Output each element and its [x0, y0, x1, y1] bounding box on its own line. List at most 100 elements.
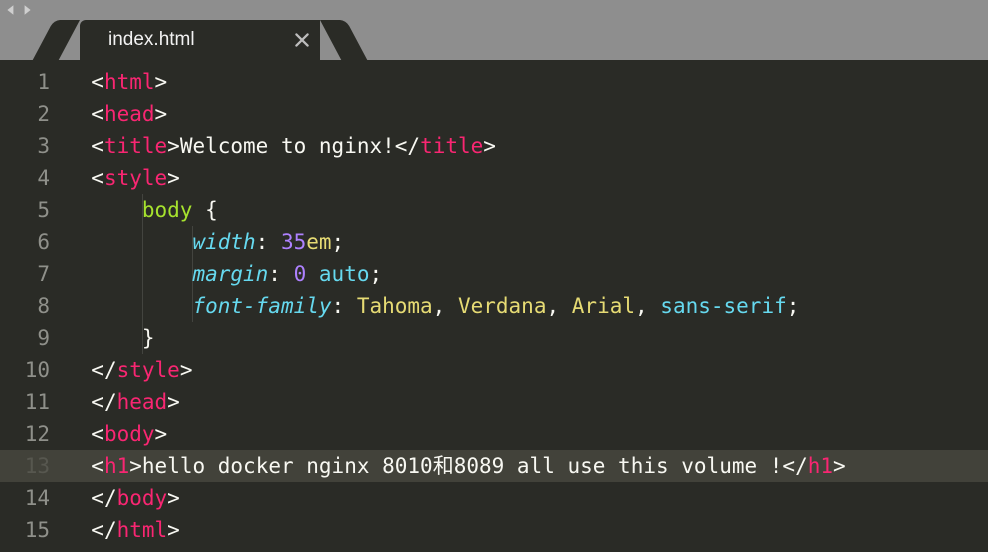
token-tag: body — [104, 422, 155, 446]
token-punct: > — [167, 134, 180, 158]
token-punct: } — [142, 326, 155, 350]
token-punct: > — [167, 390, 180, 414]
code-area[interactable]: <html> <head> <title>Welcome to nginx!</… — [66, 60, 988, 552]
tab-bar: index.html — [0, 20, 988, 60]
line-number: 7 — [0, 258, 50, 290]
code-line[interactable]: margin: 0 auto; — [66, 258, 988, 290]
line-number: 1 — [0, 66, 50, 98]
token-val: sans-serif — [660, 294, 786, 318]
token-punct: < — [91, 102, 104, 126]
token-tag: style — [104, 166, 167, 190]
nav-forward-icon[interactable] — [20, 3, 34, 17]
token-punct: > — [483, 134, 496, 158]
line-number: 5 — [0, 194, 50, 226]
token-text: Welcome to nginx! — [180, 134, 395, 158]
token-punct: ; — [332, 230, 345, 254]
nav-back-icon[interactable] — [4, 3, 18, 17]
token-punct: < — [91, 134, 104, 158]
token-punct — [306, 262, 319, 286]
token-tag: h1 — [104, 454, 129, 478]
token-punct: </ — [91, 358, 116, 382]
token-text: hello docker nginx 8010和8089 all use thi… — [142, 454, 783, 478]
token-tag: title — [104, 134, 167, 158]
token-tag: h1 — [808, 454, 833, 478]
token-punct: > — [155, 70, 168, 94]
line-number: 4 — [0, 162, 50, 194]
code-line[interactable]: <head> — [66, 98, 988, 130]
tab-index-html[interactable]: index.html — [80, 20, 320, 60]
token-punct: > — [167, 166, 180, 190]
token-tag: html — [104, 70, 155, 94]
token-punct: > — [833, 454, 846, 478]
line-number: 15 — [0, 514, 50, 546]
token-tag: html — [117, 518, 168, 542]
token-punct: > — [155, 102, 168, 126]
line-number: 2 — [0, 98, 50, 130]
token-num: 0 — [294, 262, 307, 286]
token-kw: Verdana — [458, 294, 547, 318]
token-punct: , — [635, 294, 660, 318]
token-punct: { — [192, 198, 217, 222]
token-punct: </ — [91, 518, 116, 542]
token-punct: , — [546, 294, 571, 318]
code-line[interactable]: </style> — [66, 354, 988, 386]
close-icon[interactable] — [294, 32, 310, 48]
token-prop: font-family — [192, 294, 331, 318]
token-kw: Arial — [572, 294, 635, 318]
token-punct: ; — [369, 262, 382, 286]
token-tag: body — [117, 486, 168, 510]
code-line[interactable]: </html> — [66, 514, 988, 546]
code-line[interactable]: font-family: Tahoma, Verdana, Arial, san… — [66, 290, 988, 322]
token-punct: </ — [91, 390, 116, 414]
token-punct: </ — [91, 486, 116, 510]
token-punct: < — [91, 422, 104, 446]
code-line[interactable]: body { — [66, 194, 988, 226]
token-punct: > — [167, 486, 180, 510]
code-line[interactable]: <h1>hello docker nginx 8010和8089 all use… — [66, 450, 988, 482]
code-line[interactable]: </head> — [66, 386, 988, 418]
tab-label: index.html — [108, 29, 195, 51]
token-tag: head — [117, 390, 168, 414]
line-number: 12 — [0, 418, 50, 450]
token-kw: em — [306, 230, 331, 254]
line-number: 3 — [0, 130, 50, 162]
token-punct: : — [268, 262, 293, 286]
token-sel: body — [142, 198, 193, 222]
token-punct: < — [91, 454, 104, 478]
token-punct: > — [167, 518, 180, 542]
token-punct: > — [155, 422, 168, 446]
editor: 123456789101112131415 <html> <head> <tit… — [0, 60, 988, 552]
code-line[interactable]: <html> — [66, 66, 988, 98]
token-num: 35 — [281, 230, 306, 254]
code-line[interactable]: <title>Welcome to nginx!</title> — [66, 130, 988, 162]
code-line[interactable]: </body> — [66, 482, 988, 514]
code-line[interactable]: } — [66, 322, 988, 354]
token-val: auto — [319, 262, 370, 286]
token-punct: : — [332, 294, 357, 318]
token-punct: > — [129, 454, 142, 478]
token-punct: : — [256, 230, 281, 254]
line-number: 14 — [0, 482, 50, 514]
line-number: 10 — [0, 354, 50, 386]
token-prop: width — [192, 230, 255, 254]
line-number: 8 — [0, 290, 50, 322]
token-punct: < — [91, 70, 104, 94]
token-punct: ; — [787, 294, 800, 318]
line-number: 9 — [0, 322, 50, 354]
token-punct: < — [91, 166, 104, 190]
token-kw: Tahoma — [357, 294, 433, 318]
code-line[interactable]: <style> — [66, 162, 988, 194]
token-tag: head — [104, 102, 155, 126]
token-tag: title — [420, 134, 483, 158]
line-number: 6 — [0, 226, 50, 258]
token-punct: </ — [395, 134, 420, 158]
code-line[interactable]: <body> — [66, 418, 988, 450]
token-prop: margin — [192, 262, 268, 286]
toolbar — [0, 0, 988, 20]
line-number: 11 — [0, 386, 50, 418]
token-tag: style — [117, 358, 180, 382]
token-punct: </ — [782, 454, 807, 478]
token-punct: , — [433, 294, 458, 318]
token-punct: > — [180, 358, 193, 382]
code-line[interactable]: width: 35em; — [66, 226, 988, 258]
